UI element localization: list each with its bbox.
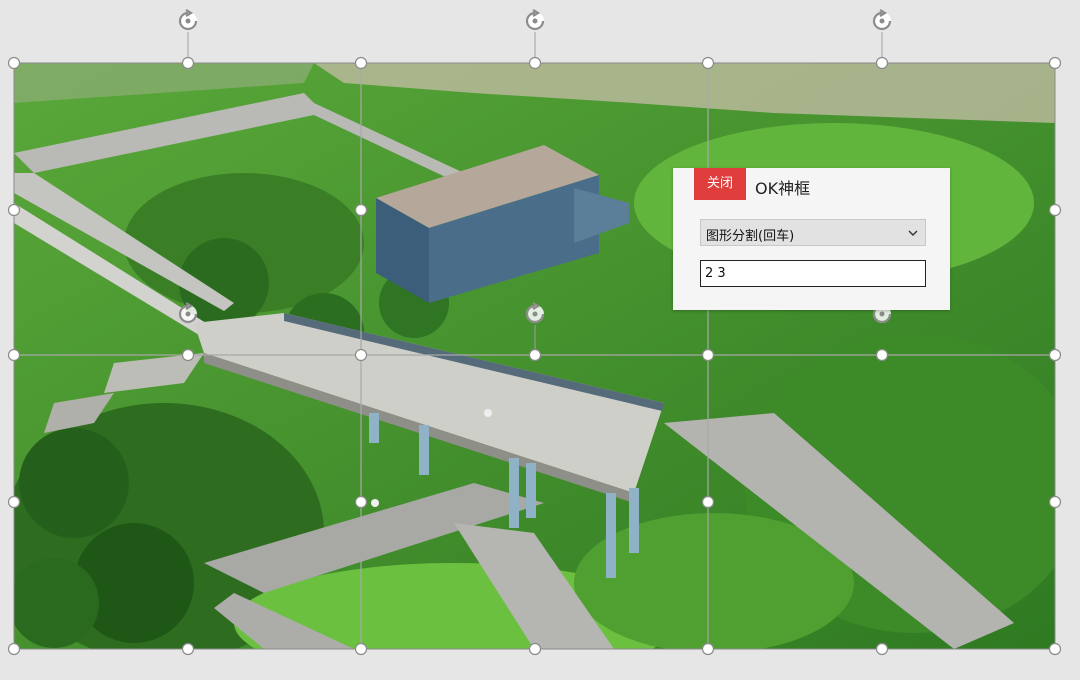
resize-handle[interactable] — [181, 348, 195, 362]
resize-handle[interactable] — [875, 642, 889, 656]
close-button[interactable]: 关闭 — [694, 168, 746, 200]
resize-handle[interactable] — [701, 642, 715, 656]
resize-handle[interactable] — [701, 56, 715, 70]
resize-handle[interactable] — [354, 203, 368, 217]
rotate-icon[interactable] — [525, 9, 545, 31]
resize-handle[interactable] — [1048, 495, 1062, 509]
resize-handle[interactable] — [1048, 348, 1062, 362]
chevron-down-icon — [908, 230, 918, 236]
resize-handle[interactable] — [7, 56, 21, 70]
resize-handle[interactable] — [7, 203, 21, 217]
resize-handle[interactable] — [528, 56, 542, 70]
resize-handle[interactable] — [181, 56, 195, 70]
resize-handle[interactable] — [7, 495, 21, 509]
canvas: 关闭 OK神框 图形分割(回车) — [0, 0, 1080, 680]
rotate-icon[interactable] — [872, 9, 892, 31]
resize-handle[interactable] — [875, 348, 889, 362]
rotate-icon[interactable] — [178, 9, 198, 31]
resize-handle[interactable] — [7, 348, 21, 362]
resize-handle[interactable] — [354, 495, 368, 509]
resize-handle[interactable] — [528, 642, 542, 656]
ok-panel: 关闭 OK神框 图形分割(回车) — [673, 168, 950, 310]
resize-handle[interactable] — [354, 642, 368, 656]
resize-handle[interactable] — [1048, 642, 1062, 656]
resize-handle[interactable] — [354, 56, 368, 70]
resize-handle[interactable] — [875, 56, 889, 70]
split-mode-dropdown[interactable]: 图形分割(回车) — [700, 219, 926, 246]
resize-handle[interactable] — [181, 642, 195, 656]
resize-handle[interactable] — [1048, 203, 1062, 217]
resize-handle[interactable] — [1048, 56, 1062, 70]
split-mode-selected: 图形分割(回车) — [706, 229, 795, 244]
resize-handle[interactable] — [7, 642, 21, 656]
resize-handle[interactable] — [354, 348, 368, 362]
resize-handle[interactable] — [528, 348, 542, 362]
resize-handle[interactable] — [701, 495, 715, 509]
resize-handle[interactable] — [701, 348, 715, 362]
grid-split-input[interactable] — [700, 260, 926, 287]
panel-title: OK神框 — [755, 179, 811, 198]
